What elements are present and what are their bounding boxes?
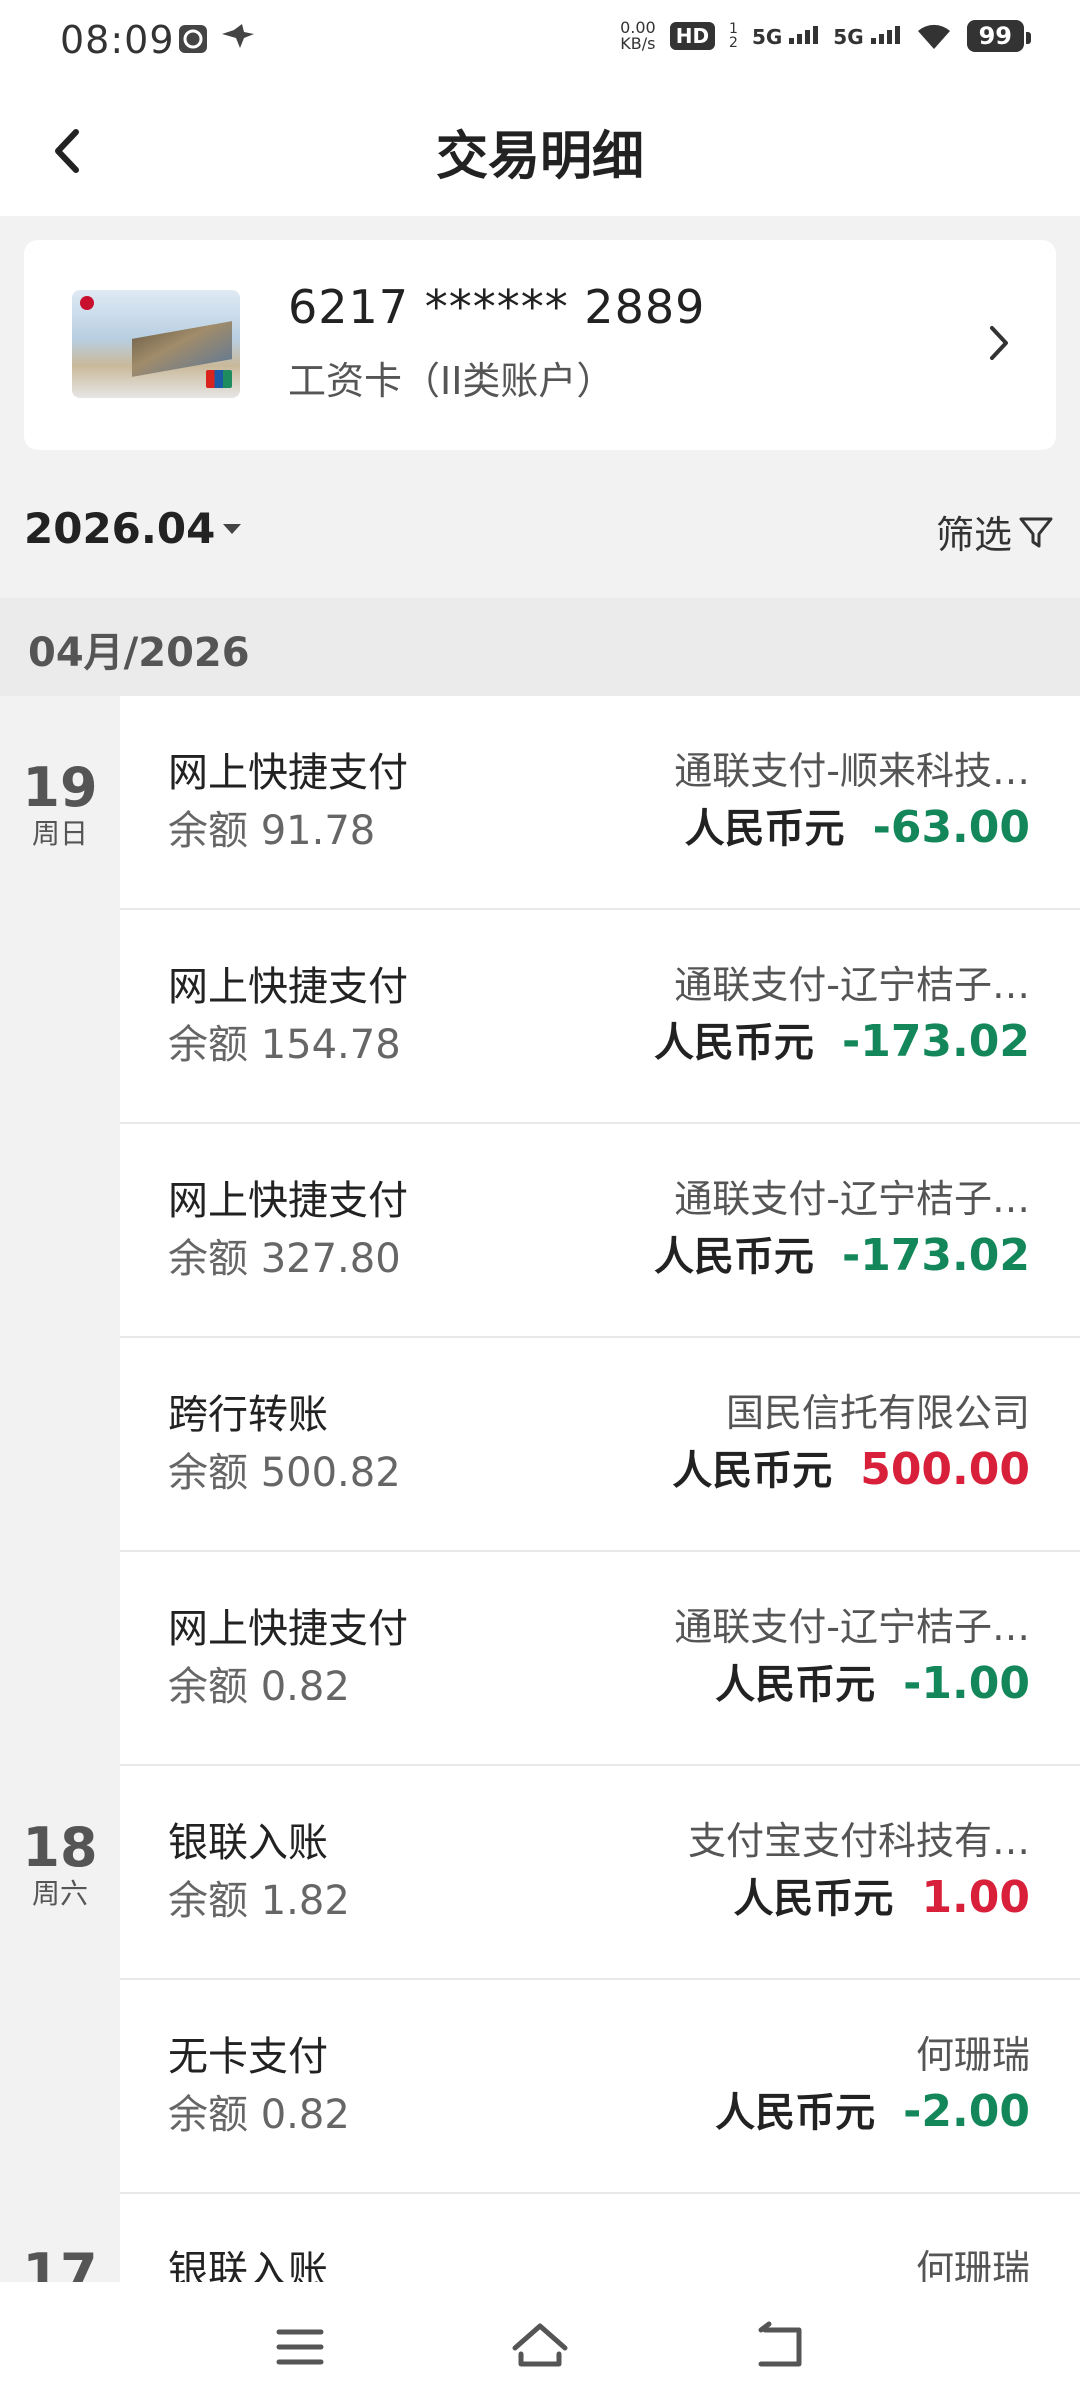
transaction-amount: 500.00 — [860, 1444, 1030, 1495]
transaction-type: 跨行转账 — [168, 1392, 328, 1438]
transaction-balance: 余额 0.82 — [168, 1664, 350, 1710]
transaction-currency: 人民币元 — [672, 1448, 833, 1494]
transaction-counterparty: 国民信托有限公司 — [725, 1391, 1030, 1435]
transaction-type: 银联入账 — [168, 1820, 328, 1866]
transaction-counterparty: 何珊瑞 — [915, 2247, 1030, 2282]
filter-icon — [1019, 517, 1053, 547]
battery-icon: 99 — [966, 20, 1032, 52]
transaction-currency: 人民币元 — [684, 806, 845, 852]
transaction-balance: 余额 91.78 — [168, 808, 376, 854]
transaction-balance: 余额 1.82 — [168, 1878, 350, 1924]
transaction-type: 网上快捷支付 — [168, 1606, 408, 1652]
transaction-currency: 人民币元 — [653, 1234, 814, 1280]
card-type: 工资卡（II类账户） — [288, 359, 615, 403]
caret-down-icon — [223, 523, 242, 534]
page-title: 交易明细 — [435, 127, 644, 187]
transaction-counterparty: 何珊瑞 — [915, 2033, 1030, 2077]
day-label: 18 周六 — [22, 1816, 98, 1910]
transaction-counterparty: 支付宝支付科技有… — [687, 1819, 1030, 1863]
transaction-balance: 余额 327.80 — [168, 1236, 401, 1282]
transaction-row[interactable]: 网上快捷支付 余额 327.80 通联支付-辽宁桔子… 人民币元 -173.02 — [120, 1124, 1080, 1338]
transaction-counterparty: 通联支付-辽宁桔子… — [674, 963, 1030, 1007]
day-label: 17 — [22, 2242, 98, 2283]
transaction-amount: -173.02 — [841, 1016, 1030, 1067]
menu-icon[interactable] — [265, 2312, 335, 2382]
transaction-row[interactable]: 网上快捷支付 余额 0.82 通联支付-辽宁桔子… 人民币元 -1.00 — [120, 1552, 1080, 1766]
transaction-counterparty: 通联支付-顺来科技… — [674, 749, 1030, 793]
system-nav-bar — [0, 2282, 1080, 2408]
status-time: 08:09 — [60, 18, 175, 62]
transaction-type: 银联入账 — [168, 2248, 328, 2282]
month-label: 2026.04 — [24, 504, 216, 553]
transaction-counterparty: 通联支付-辽宁桔子… — [674, 1177, 1030, 1221]
transaction-amount: -173.02 — [841, 1230, 1030, 1281]
transaction-amount: 1.00 — [921, 1872, 1030, 1923]
filter-bar: 2026.04 筛选 — [0, 480, 1080, 598]
bank-logo-icon — [80, 296, 94, 310]
transaction-amount: -1.00 — [903, 1658, 1030, 1709]
transaction-row[interactable]: 银联入账 余额 1.82 支付宝支付科技有… 人民币元 1.00 — [120, 1766, 1080, 1980]
transaction-row[interactable]: 网上快捷支付 余额 91.78 通联支付-顺来科技… 人民币元 -63.00 — [120, 696, 1080, 910]
bank-card-image — [72, 290, 240, 398]
transaction-currency: 人民币元 — [715, 1662, 876, 1708]
card-number: 6217 ****** 2889 — [288, 280, 706, 334]
app-header: 交易明细 — [0, 86, 1080, 216]
transaction-currency: 人民币元 — [733, 1876, 894, 1922]
net-speed: 0.00 KB/s — [620, 18, 656, 53]
filter-label: 筛选 — [935, 513, 1012, 557]
transaction-currency: 人民币元 — [715, 2090, 876, 2136]
transaction-amount: -2.00 — [903, 2086, 1030, 2137]
transaction-row[interactable]: 无卡支付 余额 0.82 何珊瑞 人民币元 -2.00 — [120, 1980, 1080, 2194]
transaction-balance: 余额 500.82 — [168, 1450, 401, 1496]
status-indicators: 0.00 KB/s HD 12 5G 5G 99 — [620, 18, 1032, 53]
transaction-type: 网上快捷支付 — [168, 964, 408, 1010]
month-group-label: 04月/2026 — [28, 630, 250, 676]
transaction-counterparty: 通联支付-辽宁桔子… — [674, 1605, 1030, 1649]
home-icon[interactable] — [505, 2312, 575, 2382]
transaction-row[interactable]: 银联入账 何珊瑞 — [120, 2194, 1080, 2282]
filter-button[interactable]: 筛选 — [936, 504, 1056, 559]
transaction-list[interactable]: 19 周日 18 周六 17 网上快捷支付 余额 91.78 通联支付-顺来科技… — [0, 696, 1080, 2282]
transaction-type: 网上快捷支付 — [168, 750, 408, 796]
back-icon[interactable] — [745, 2312, 815, 2382]
status-bar: 08:09 0.00 KB/s HD 12 5G 5G 99 — [0, 0, 1080, 86]
transaction-type: 无卡支付 — [168, 2034, 328, 2080]
day-column: 19 周日 18 周六 17 — [0, 696, 120, 2282]
transaction-amount: -63.00 — [872, 802, 1030, 853]
transaction-row[interactable]: 跨行转账 余额 500.82 国民信托有限公司 人民币元 500.00 — [120, 1338, 1080, 1552]
transaction-type: 网上快捷支付 — [168, 1178, 408, 1224]
wifi-icon — [917, 24, 950, 49]
hd-icon: HD — [669, 22, 716, 50]
chevron-right-icon[interactable] — [984, 318, 1014, 368]
transaction-currency: 人民币元 — [653, 1020, 814, 1066]
transaction-balance: 余额 154.78 — [168, 1022, 401, 1068]
month-selector[interactable]: 2026.04 — [24, 504, 243, 553]
transaction-row[interactable]: 网上快捷支付 余额 154.78 通联支付-辽宁桔子… 人民币元 -173.02 — [120, 910, 1080, 1124]
signal-5g-icon-1: 5G — [752, 24, 819, 49]
unionpay-logo-icon — [206, 370, 232, 388]
account-card[interactable]: 6217 ****** 2889 工资卡（II类账户） — [24, 240, 1056, 450]
signal-5g-icon-2: 5G — [833, 24, 900, 49]
day-label: 19 周日 — [22, 756, 98, 850]
transaction-balance: 余额 0.82 — [168, 2092, 350, 2138]
app-notification-icon — [179, 25, 207, 53]
month-group-header: 04月/2026 — [0, 598, 1080, 696]
bird-notification-icon — [222, 24, 254, 48]
